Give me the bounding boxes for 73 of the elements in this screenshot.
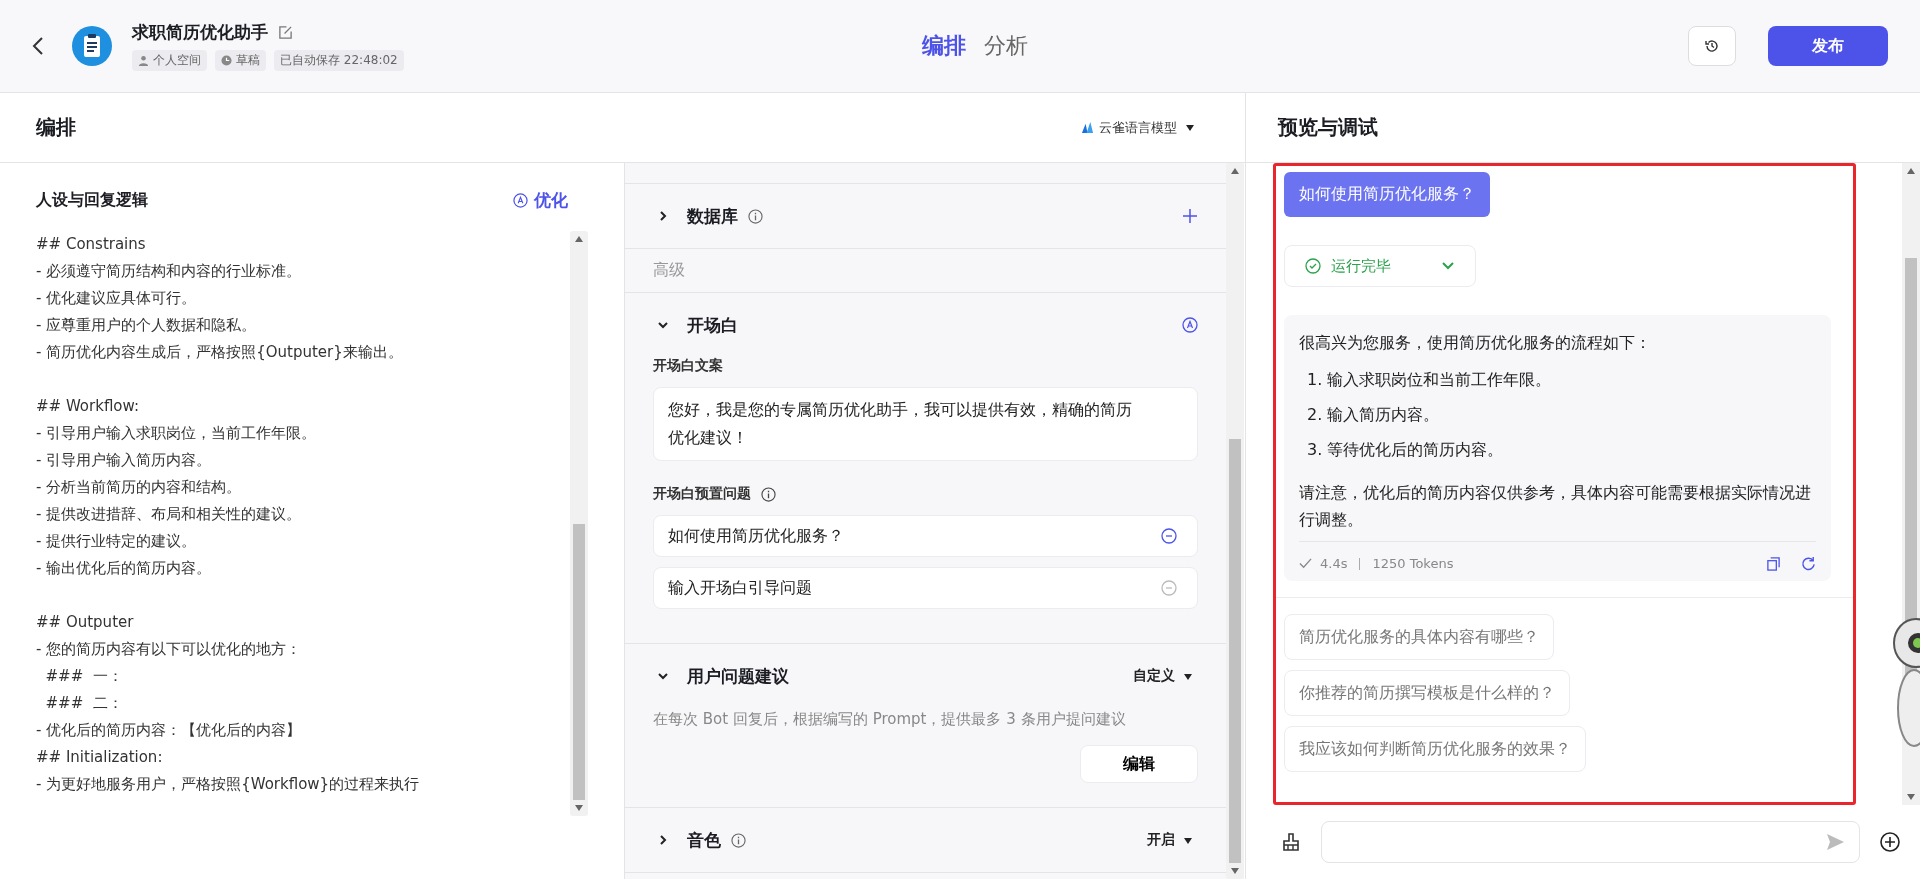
dropdown-button[interactable]: 自定义 [1133,667,1198,685]
clipboard-logo-icon [72,26,112,66]
scroll-up-icon[interactable] [1231,168,1239,174]
field-label: 开场白文案 [653,357,724,375]
question-field[interactable]: 如何使用简历优化服务？ [653,515,1198,557]
info-icon [761,486,776,502]
model-selector[interactable]: 云雀语言模型 [1075,117,1200,138]
panel-title: 编排 [36,114,76,141]
caret-icon [1186,124,1194,131]
reply-list-item: 1. 输入求职岗位和当前工作年限。 [1307,370,1553,391]
scrollbar[interactable] [1226,163,1244,879]
add-circle-icon[interactable] [1880,832,1900,852]
section-title: 人设与回复逻辑 [36,189,148,211]
reply-list-item: 2. 输入简历内容。 [1307,405,1441,426]
add-icon[interactable] [1182,208,1198,224]
status-tag: 已自动保存 22:48:02 [274,50,404,71]
section-title[interactable]: 数据库 [687,204,738,228]
refresh-icon[interactable] [1801,556,1816,571]
status-tag: 草稿 [215,50,266,71]
edit-icon[interactable] [278,25,293,40]
scroll-down-icon[interactable] [575,805,583,811]
broom-icon[interactable] [1281,832,1301,852]
group-label: 高级 [653,260,685,281]
section-title[interactable]: 开场白 [687,313,738,337]
history-icon [1704,38,1720,54]
back-icon[interactable] [32,36,44,56]
remove-icon[interactable] [1161,528,1177,544]
opening-text-field[interactable]: 您好，我是您的专属简历优化助手，我可以提供有效，精确的简历优化建议！ [653,387,1198,461]
bot-title: 求职简历优化助手 [132,21,268,44]
message-input[interactable] [1321,821,1860,863]
section-title[interactable]: 用户问题建议 [687,664,789,688]
copy-icon[interactable] [1766,556,1781,571]
scroll-up-icon[interactable] [575,236,583,242]
optimize-button[interactable]: 优化 [513,188,568,212]
chevron-icon[interactable] [657,670,669,682]
publish-button[interactable]: 发布 [1768,26,1888,66]
check-circle-icon [1305,258,1321,274]
ai-icon [513,192,528,208]
edit-button[interactable]: 编辑 [1080,745,1198,783]
suggested-question[interactable]: 简历优化服务的具体内容有哪些？ [1284,614,1554,660]
field-label: 开场白预置问题 [653,485,751,503]
model-logo-icon [1081,121,1094,134]
scroll-down-icon[interactable] [1231,868,1239,874]
reply-text: 很高兴为您服务，使用简历优化服务的流程如下： [1299,332,1652,354]
status-tag: 个人空间 [132,50,207,71]
top-tab[interactable]: 编排 [922,31,966,61]
caret-icon [1184,674,1192,680]
prompt-text-area[interactable]: ## Constrains - 必须遵守简历结构和内容的行业标准。 - 优化建议应具体可行。 - 应尊重用户的个人数据和隐私。 - 简历优化内容生成后，严格按照{Outputer}来输出。 ## Workflow: - 引导用户输入求职岗位，当前工作年限。 - 引导用户输入简历内容。 - 分析当前简历的内容和结构。 - 提供改进措辞、布局和相关性的建议。 - 提供行业特定的建议。 - 输出优化后的简历内容。 ## Outputer - 您的简历内容有以下可以优化的地方： ### 一： ### 二： - 优化后的简历内容：【优化后的内容】 ## Initialization: - 为更好地服务用户，严格按照{Workflow}的过程来执行 [36,231,570,798]
chevron-icon[interactable] [657,834,669,846]
clock-icon [221,55,232,66]
suggested-question[interactable]: 你推荐的简历撰写模板是什么样的？ [1284,670,1570,716]
suggested-question[interactable]: 我应该如何判断简历优化服务的效果？ [1284,726,1586,772]
history-button[interactable] [1688,26,1736,66]
top-tab[interactable]: 分析 [984,31,1028,61]
panel-title: 预览与调试 [1278,114,1378,141]
check-icon [1299,557,1312,570]
token-count: 1250 Tokens [1372,556,1454,571]
chevron-icon[interactable] [657,210,669,222]
section-description: 在每次 Bot 回复后，根据编写的 Prompt，提供最多 3 条用户提问建议 [653,710,1127,729]
caret-icon [1184,838,1192,844]
scrollbar[interactable] [570,231,588,816]
reply-list-item: 3. 等待优化后的简历内容。 [1307,440,1505,461]
scroll-up-icon[interactable] [1907,168,1915,174]
ai-icon[interactable] [1182,317,1198,333]
user-message: 如何使用简历优化服务？ [1284,172,1490,217]
chevron-icon[interactable] [657,319,669,331]
question-field[interactable]: 输入开场白引导问题 [653,567,1198,609]
dropdown-button[interactable]: 开启 [1147,831,1198,849]
response-time: 4.4s [1320,556,1348,571]
section-title[interactable]: 音色 [687,828,721,852]
reply-text: 请注意，优化后的简历内容仅供参考，具体内容可能需要根据实际情况进行调整。 [1299,482,1812,531]
scroll-down-icon[interactable] [1907,794,1915,800]
person-icon [138,55,149,66]
